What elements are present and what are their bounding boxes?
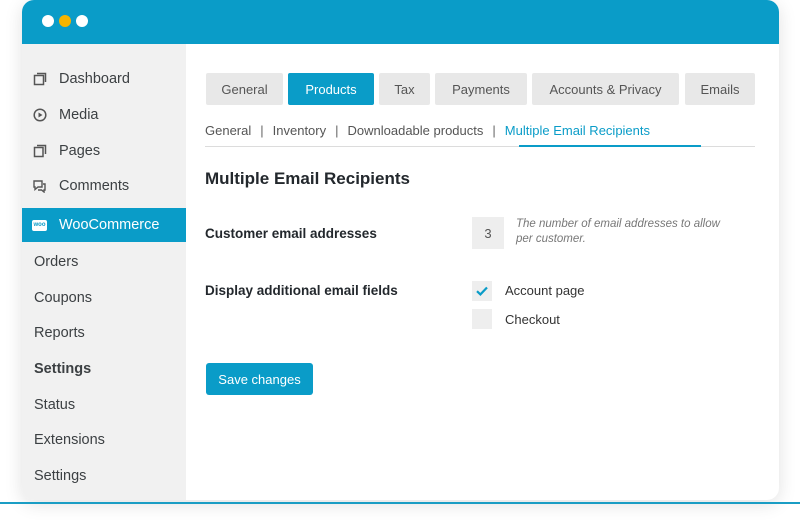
sidebar-subitem-coupons[interactable]: Coupons	[22, 281, 186, 315]
sidebar-subitem-status[interactable]: Status	[22, 388, 186, 422]
sidebar-subitem-label: Status	[34, 397, 76, 413]
sidebar-subitem-label: Settings	[34, 468, 87, 484]
sidebar-item-label: WooCommerce	[59, 217, 160, 233]
window-dot-minimize[interactable]	[59, 15, 71, 27]
main-content: General Products Tax Payments Accounts &…	[186, 44, 779, 500]
section-subnav: General | Inventory | Downloadable products |…	[205, 123, 650, 138]
account-page-label: Account page	[505, 283, 585, 298]
sidebar-item-label: Media	[59, 107, 99, 123]
display-fields-label: Display additional email fields	[205, 283, 398, 298]
checkout-label: Checkout	[505, 312, 560, 327]
app-window: Dashboard Media Pages Comments woo WooCo…	[22, 0, 779, 500]
tab-emails[interactable]: Emails	[685, 73, 755, 105]
sidebar-subitem-settings-2[interactable]: Settings	[22, 459, 186, 493]
sidebar: Dashboard Media Pages Comments woo WooCo…	[22, 44, 186, 500]
subnav-multiple-email-recipients[interactable]: Multiple Email Recipients	[505, 123, 650, 138]
tab-tax[interactable]: Tax	[379, 73, 430, 105]
sidebar-subitem-orders[interactable]: Orders	[22, 245, 186, 279]
email-addresses-label: Customer email addresses	[205, 226, 377, 241]
sidebar-subitem-reports[interactable]: Reports	[22, 316, 186, 350]
comments-icon	[32, 179, 47, 194]
sidebar-subitem-label: Settings	[34, 361, 92, 377]
tab-general[interactable]: General	[206, 73, 283, 105]
tab-accounts-privacy[interactable]: Accounts & Privacy	[532, 73, 679, 105]
checkmark-icon	[476, 286, 488, 296]
sidebar-item-label: Dashboard	[59, 71, 130, 87]
sidebar-item-label: Pages	[59, 143, 101, 159]
account-page-checkbox[interactable]	[472, 281, 492, 301]
sidebar-item-pages[interactable]: Pages	[22, 134, 186, 168]
sidebar-subitem-label: Reports	[34, 325, 85, 341]
sidebar-subitem-extensions[interactable]: Extensions	[22, 423, 186, 457]
subnav-general[interactable]: General	[205, 123, 251, 138]
sidebar-item-dashboard[interactable]: Dashboard	[22, 62, 186, 96]
subnav-separator: |	[492, 123, 496, 138]
sidebar-subitem-settings[interactable]: Settings	[22, 352, 186, 386]
sidebar-item-comments[interactable]: Comments	[22, 169, 186, 203]
sidebar-subitem-label: Extensions	[34, 432, 105, 448]
sidebar-subitem-label: Orders	[34, 254, 79, 270]
sidebar-item-label: Comments	[59, 178, 130, 194]
dashboard-icon	[32, 72, 47, 87]
window-dot-close[interactable]	[42, 15, 54, 27]
checkout-checkbox[interactable]	[472, 309, 492, 329]
woocommerce-icon: woo	[32, 218, 47, 233]
subnav-inventory[interactable]: Inventory	[273, 123, 326, 138]
tab-payments[interactable]: Payments	[435, 73, 527, 105]
email-addresses-input[interactable]: 3	[472, 217, 504, 249]
bottom-accent-line	[0, 502, 800, 504]
sidebar-item-woocommerce[interactable]: woo WooCommerce	[22, 208, 186, 242]
save-changes-button[interactable]: Save changes	[206, 363, 313, 395]
subnav-downloadable-products[interactable]: Downloadable products	[348, 123, 484, 138]
media-icon	[32, 108, 47, 123]
tab-products[interactable]: Products	[288, 73, 374, 105]
section-title: Multiple Email Recipients	[205, 169, 410, 188]
subnav-active-underline	[519, 145, 701, 147]
subnav-separator: |	[260, 123, 264, 138]
window-dot-maximize[interactable]	[76, 15, 88, 27]
subnav-separator: |	[335, 123, 339, 138]
email-addresses-help: The number of email addresses to allow p…	[516, 218, 720, 245]
sidebar-item-media[interactable]: Media	[22, 98, 186, 132]
sidebar-subitem-label: Coupons	[34, 290, 93, 306]
pages-icon	[32, 144, 47, 159]
title-bar	[22, 0, 779, 44]
